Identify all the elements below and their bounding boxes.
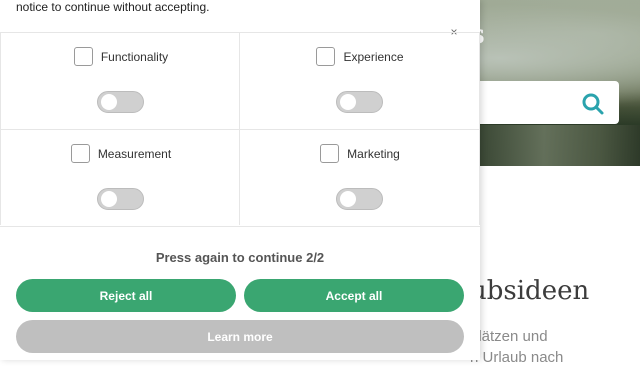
consent-categories: Functionality Experience Measurement Mar…: [0, 32, 480, 227]
experience-checkbox[interactable]: [316, 47, 336, 66]
section-heading: ubsideen: [470, 276, 590, 306]
category-label: Functionality: [100, 49, 169, 64]
toggle-knob: [101, 191, 117, 207]
functionality-toggle[interactable]: [97, 91, 144, 113]
marketing-checkbox[interactable]: [320, 144, 340, 163]
toggle-knob: [340, 191, 356, 207]
section-text-line: n Urlaub nach: [470, 349, 564, 366]
search-bar[interactable]: [470, 81, 619, 124]
category-label: Measurement: [97, 146, 172, 161]
toggle-knob: [340, 94, 356, 110]
press-again-text: Press again to continue 2/2: [155, 250, 325, 265]
category-label: Marketing: [347, 146, 400, 161]
toggle-knob: [101, 94, 117, 110]
category-experience: Experience: [240, 33, 480, 129]
category-functionality: Functionality: [0, 33, 240, 129]
search-icon[interactable]: [581, 92, 605, 121]
category-measurement: Measurement: [0, 129, 240, 225]
functionality-checkbox[interactable]: [73, 47, 93, 66]
learn-more-button[interactable]: Learn more: [16, 320, 464, 353]
section-text-line: plätzen und: [470, 328, 548, 345]
reject-all-button[interactable]: Reject all: [16, 279, 236, 312]
category-marketing: Marketing: [240, 129, 480, 225]
category-label: Experience: [343, 49, 404, 64]
consent-notice: notice to continue without accepting.: [16, 0, 210, 14]
measurement-checkbox[interactable]: [70, 144, 90, 163]
marketing-toggle[interactable]: [336, 188, 383, 210]
experience-toggle[interactable]: [336, 91, 383, 113]
measurement-toggle[interactable]: [97, 188, 144, 210]
section-text: plätzen und n Urlaub nach: [470, 326, 640, 368]
cookie-consent-modal: notice to continue without accepting. × …: [0, 0, 480, 360]
accept-all-button[interactable]: Accept all: [244, 279, 464, 312]
lake-reflection: [480, 125, 640, 166]
